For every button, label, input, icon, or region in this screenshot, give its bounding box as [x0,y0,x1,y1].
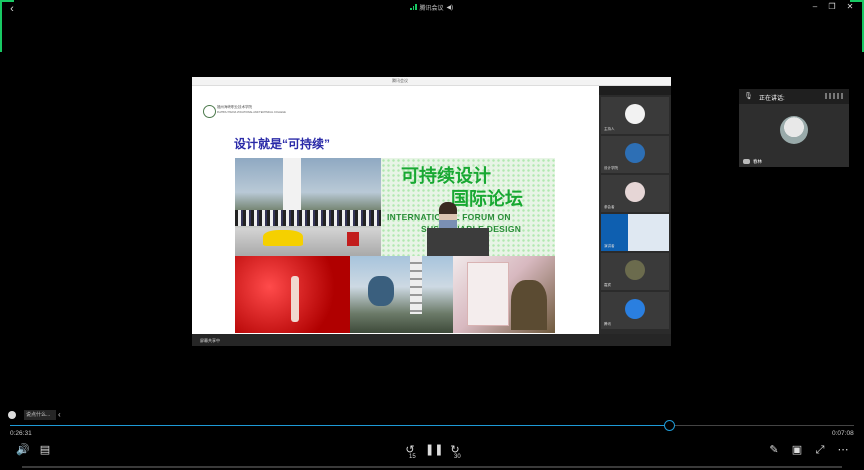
speaker-tile-title: 正在讲话: [759,96,785,102]
yellow-sculpture [263,230,303,246]
photo-opening-ceremony [235,158,381,256]
speaker-volume-icon: ◀) [446,4,454,11]
speaker-mic-icon: 🎙 [744,93,753,100]
emoji-icon[interactable] [8,411,16,419]
avatar-icon [625,260,645,280]
slide-heading: 设计就是“可持续” [234,137,331,151]
signal-icon [410,4,417,10]
collapse-chevron-icon[interactable]: ‹ [58,410,61,419]
participant-tile[interactable]: 演讲者 [601,214,669,251]
forward-button[interactable]: ↻ 30 [448,443,462,460]
shared-window-titlebar: 腾讯会议 [192,77,671,86]
plant-sculpture [511,280,547,330]
exhibition-poster [467,262,509,326]
participant-label: 嘉宾 [604,283,611,287]
participant-label: 设计学院 [604,166,618,170]
speaker-avatar [780,116,808,144]
volume-icon[interactable]: 🔊 [16,443,30,457]
school-logo-icon [203,105,216,118]
avatar-icon [625,182,645,202]
pause-button[interactable]: ❚❚ [425,443,443,457]
shared-screen: 腾讯会议 福州海峡职业技术学院 FUZHOU HAIXIA VOCATIONAL… [192,77,671,346]
photo-red-installation [235,256,350,333]
participant-label: 腾讯 [604,322,611,326]
crowd-band [235,210,381,226]
progress-fill [10,425,669,426]
total-time: 0:07:08 [832,430,854,437]
participant-strip: 主持人设计学院参会者演讲者嘉宾腾讯 [599,86,671,334]
photo-forum-speaker: 可持续设计 国际论坛 INTERNATIONAL FORUM ON SUSTAI… [381,158,555,256]
participant-tile[interactable]: 参会者 [601,175,669,212]
rewind-label: 15 [409,454,416,460]
participant-tile[interactable]: 设计学院 [601,136,669,173]
corner-accent-tl-h [0,0,14,2]
photo-exhibition [453,256,555,333]
forum-title-cn-2: 国际论坛 [451,189,523,209]
participant-tile[interactable]: 主持人 [601,97,669,134]
back-button[interactable]: ‹ [6,3,18,15]
avatar-icon [625,104,645,124]
active-speaker-tile[interactable]: 🎙 正在讲话: 春林 [739,89,849,167]
podium [427,228,489,256]
fullscreen-icon[interactable]: ⤢ [813,443,827,457]
share-status-bar: 屏幕共享中 [192,334,671,346]
corner-accent-tl [0,0,2,52]
progress-handle[interactable] [664,420,675,431]
speaker-status-icon [743,159,750,164]
speaker-name: 春林 [753,159,762,164]
avatar-icon [625,143,645,163]
subtitle-icon[interactable]: ▤ [38,443,52,457]
pen-icon[interactable]: ✎ [767,443,781,457]
participant-label: 参会者 [604,205,615,209]
share-status-label: 屏幕共享中 [200,338,220,343]
restore-button[interactable]: ❐ [826,2,838,12]
bottom-divider [22,466,842,468]
lighthouse-shape [410,256,422,314]
shared-window-title: 腾讯会议 [392,78,408,83]
participant-label: 主持人 [604,127,615,131]
globe-sculpture [368,276,394,306]
presentation-slide: 福州海峡职业技术学院 FUZHOU HAIXIA VOCATIONAL AND … [192,86,599,334]
app-title: 腾讯会议 [419,5,444,12]
participant-label: 演讲者 [604,244,615,248]
school-name: 福州海峡职业技术学院 FUZHOU HAIXIA VOCATIONAL AND … [217,105,317,115]
meeting-title-bar: 腾讯会议 ◀) [410,2,453,12]
speaker-waveform-icon [825,93,843,99]
comment-input[interactable]: 说点什么... [24,410,56,420]
participant-tile[interactable]: 腾讯 [601,292,669,329]
forward-label: 30 [454,454,461,460]
close-button[interactable]: ✕ [844,2,856,12]
school-name-en: FUZHOU HAIXIA VOCATIONAL AND TECHNICAL C… [217,111,286,114]
comment-bar: 说点什么... ‹ [0,407,68,425]
rewind-button[interactable]: ↺ 15 [403,443,417,460]
photo-pond-sculpture [350,256,453,333]
participant-tile[interactable]: 嘉宾 [601,253,669,290]
tower-shape [283,158,301,210]
visitor-figure [291,276,299,322]
strip-header [599,86,671,95]
more-icon[interactable]: ⋯ [836,443,850,457]
minimize-button[interactable]: – [809,2,821,12]
red-sculpture [347,232,359,246]
avatar-icon [625,299,645,319]
picture-in-picture-icon[interactable]: ▣ [790,443,804,457]
current-time: 0:26:31 [10,430,32,437]
speaker-tile-header: 🎙 正在讲话: [739,89,849,104]
